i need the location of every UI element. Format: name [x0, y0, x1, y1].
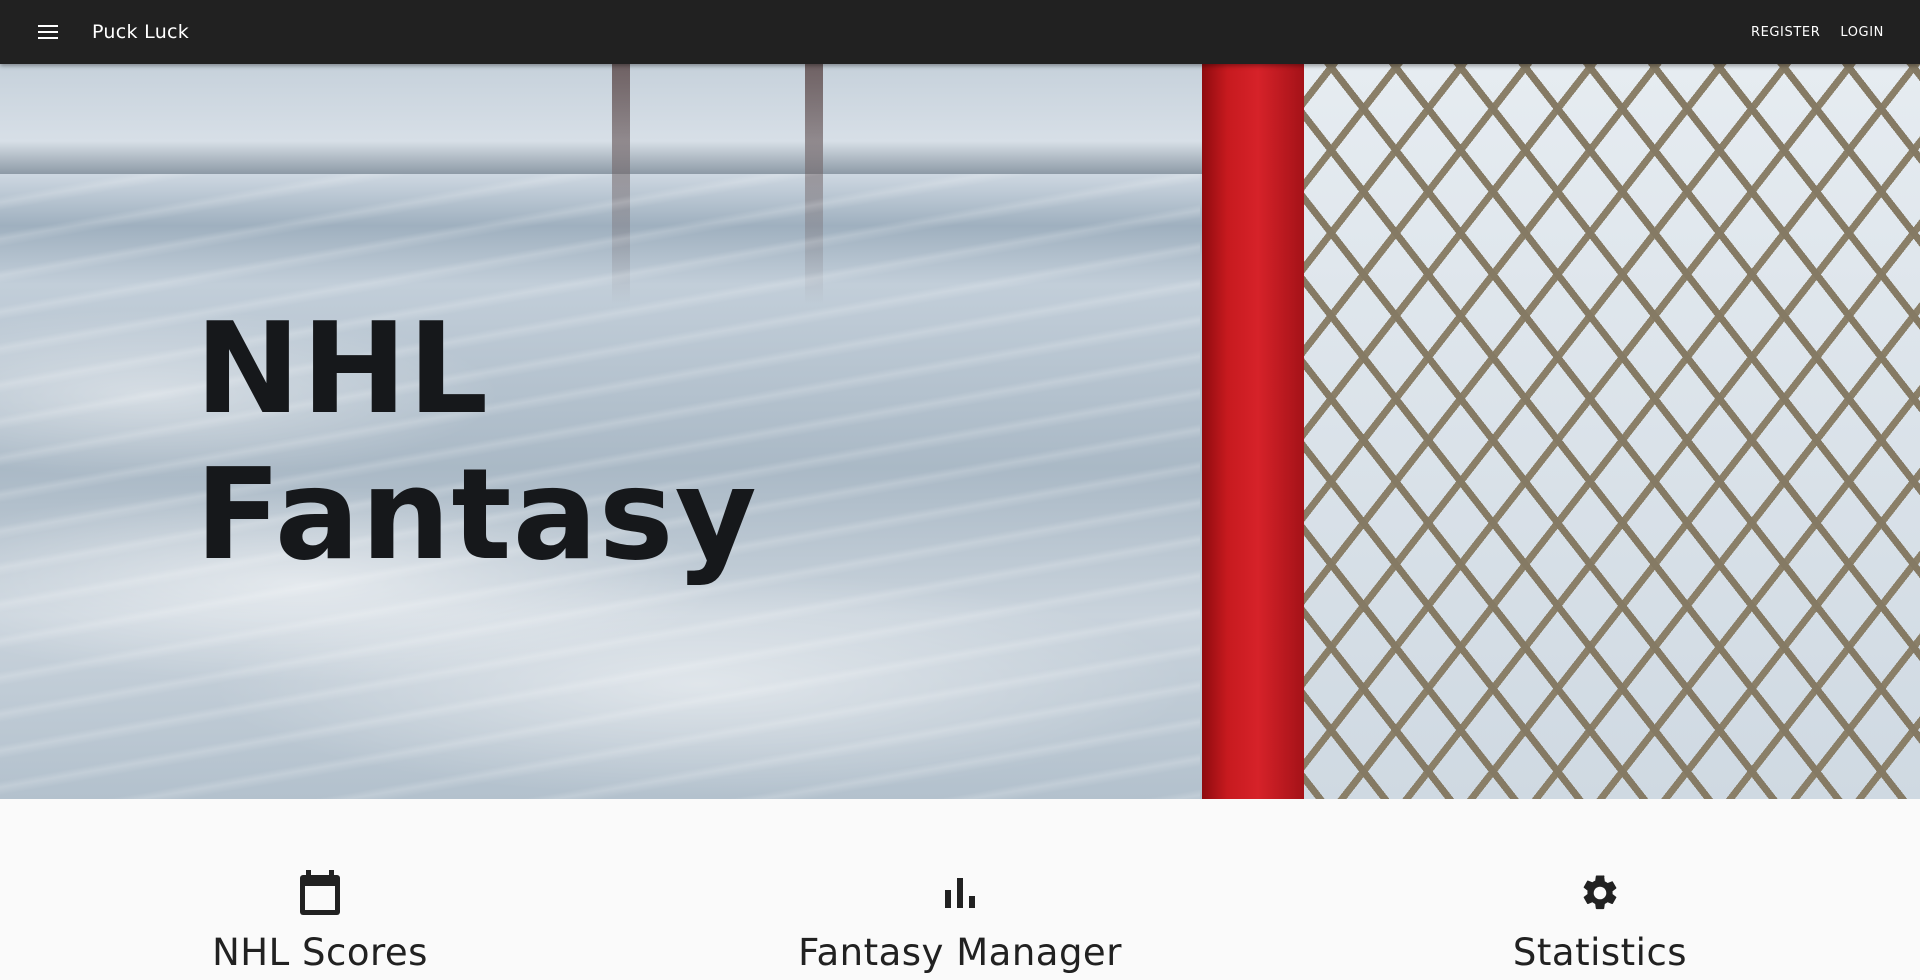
register-button[interactable]: REGISTER	[1741, 15, 1830, 50]
hamburger-menu-icon	[38, 25, 58, 39]
feature-statistics[interactable]: Statistics	[1280, 869, 1920, 974]
hero-title: NHL Fantasy	[195, 296, 758, 588]
feature-label: Statistics	[1512, 931, 1688, 974]
calendar-icon	[296, 869, 344, 917]
feature-label: NHL Scores	[212, 931, 428, 974]
gear-icon	[1576, 869, 1624, 917]
hero-title-line2: Fantasy	[195, 441, 758, 588]
app-bar: Puck Luck REGISTER LOGIN	[0, 0, 1920, 64]
login-button[interactable]: LOGIN	[1830, 15, 1894, 50]
hero-banner: NHL Fantasy	[0, 64, 1920, 799]
goal-post-image	[1202, 64, 1304, 799]
bar-chart-icon	[936, 869, 984, 917]
feature-label: Fantasy Manager	[798, 931, 1122, 974]
features-section: NHL Scores Fantasy Manager Statistics	[0, 799, 1920, 980]
feature-nhl-scores[interactable]: NHL Scores	[0, 869, 640, 974]
feature-fantasy-manager[interactable]: Fantasy Manager	[640, 869, 1280, 974]
hero-title-line1: NHL	[195, 295, 490, 442]
app-title[interactable]: Puck Luck	[92, 21, 189, 43]
goal-net-image	[1260, 64, 1920, 799]
menu-button[interactable]	[24, 8, 72, 56]
